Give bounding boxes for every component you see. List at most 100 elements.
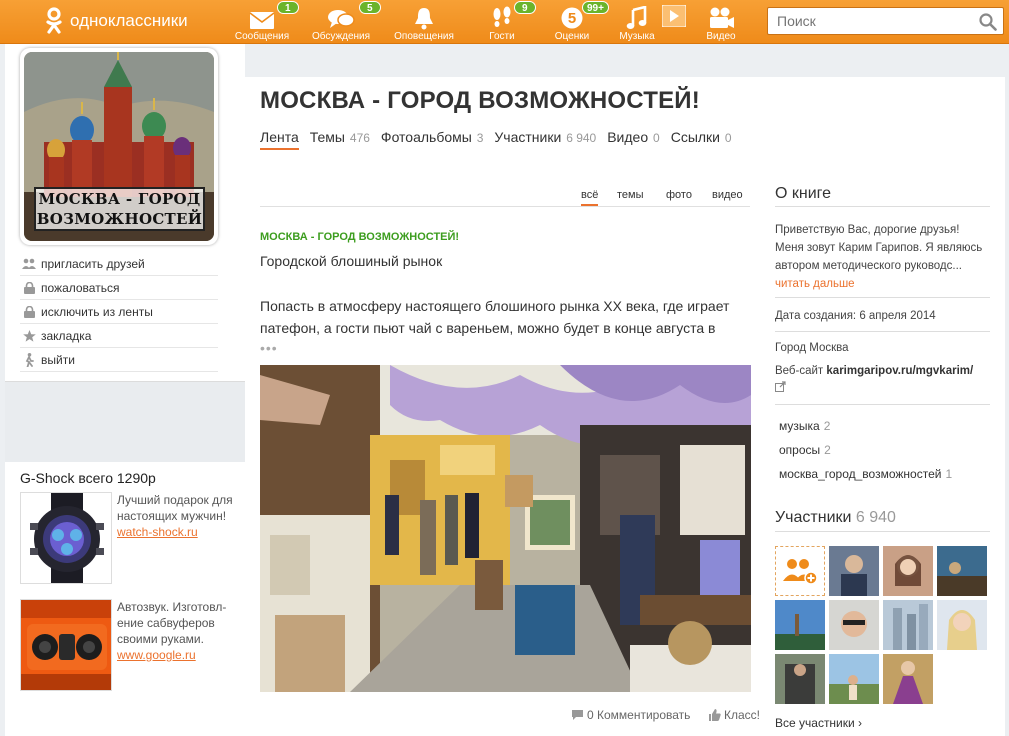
creation-date: Дата создания: 6 апреля 2014 bbox=[775, 310, 936, 322]
members-heading-label: Участники bbox=[775, 509, 852, 526]
filter-all[interactable]: всё bbox=[581, 189, 599, 206]
tab-label: Лента bbox=[260, 129, 299, 145]
tab-label: Темы bbox=[309, 129, 345, 145]
ad-link[interactable]: watch-shock.ru bbox=[117, 524, 242, 540]
star-icon bbox=[20, 329, 38, 342]
about-heading: О книге bbox=[775, 185, 832, 202]
member-avatar[interactable] bbox=[775, 600, 825, 650]
post-subtitle[interactable]: Городской блошиный рынок bbox=[260, 253, 442, 269]
members-divider bbox=[775, 531, 990, 532]
avatar-caption-line2: ВОЗМОЖНОСТЕЙ bbox=[36, 210, 203, 228]
ad-description: Автозвук. Изготовл-ение сабвуферов своим… bbox=[117, 600, 227, 646]
report-link[interactable]: пожаловаться bbox=[20, 276, 218, 300]
members-count: 6 940 bbox=[855, 509, 896, 526]
city: Город Москва bbox=[775, 342, 849, 354]
read-more-link[interactable]: читать дальше bbox=[775, 278, 855, 290]
member-avatar[interactable] bbox=[829, 654, 879, 704]
tab-video[interactable]: Видео 0 bbox=[607, 129, 659, 150]
walking-person-icon bbox=[20, 352, 38, 367]
exclude-from-feed-link[interactable]: исключить из ленты bbox=[20, 300, 218, 324]
member-avatar[interactable] bbox=[775, 654, 825, 704]
nav-notifications[interactable]: Оповещения bbox=[392, 0, 456, 44]
guests-badge: 9 bbox=[514, 1, 536, 14]
like-button[interactable]: Класс! bbox=[708, 708, 760, 722]
member-avatar[interactable] bbox=[883, 600, 933, 650]
action-label: закладка bbox=[41, 328, 92, 343]
about-text: Приветствую Вас, дорогие друзья! Меня зо… bbox=[775, 224, 983, 272]
tag-count: 1 bbox=[945, 467, 953, 481]
comment-label: 0 Комментировать bbox=[587, 708, 691, 722]
member-avatar[interactable] bbox=[883, 546, 933, 596]
avatar-caption-line1: МОСКВА - ГОРОД bbox=[38, 190, 201, 208]
about-divider bbox=[775, 206, 990, 207]
tag-label: музыка bbox=[779, 419, 820, 433]
comment-button[interactable]: 0 Комментировать bbox=[571, 708, 690, 722]
invite-friends-link[interactable]: пригласить друзей bbox=[20, 252, 218, 276]
add-people-icon bbox=[783, 559, 818, 585]
tab-topics[interactable]: Темы 476 bbox=[310, 129, 370, 150]
website-link[interactable]: karimgaripov.ru/mgvkarim/ bbox=[826, 365, 973, 377]
external-link-icon[interactable] bbox=[775, 381, 786, 392]
nav-guests[interactable]: Гости 9 bbox=[484, 0, 536, 44]
ad-text: Автозвук. Изготовл-ение сабвуферов своим… bbox=[117, 599, 242, 663]
filter-topics[interactable]: темы bbox=[617, 189, 644, 201]
feed-filters: всё темы фото видео bbox=[260, 187, 750, 207]
nav-label: Видео bbox=[706, 31, 736, 42]
post-photo[interactable] bbox=[260, 365, 751, 692]
site-logo[interactable]: одноклассники bbox=[44, 6, 188, 36]
ad-block-title[interactable]: G-Shock всего 1290р bbox=[20, 470, 156, 486]
ad-description: Лучший подарок для настоящих мужчин! bbox=[117, 493, 233, 523]
tab-count: 0 bbox=[653, 131, 660, 145]
ad-item-watch[interactable]: Лучший подарок для настоящих мужчин! wat… bbox=[20, 492, 240, 586]
post-more-button[interactable]: ••• bbox=[260, 340, 278, 356]
ad-link[interactable]: www.google.ru bbox=[117, 647, 242, 663]
nav-music[interactable]: Музыка bbox=[617, 0, 657, 44]
ad-item-subwoofer[interactable]: Автозвук. Изготовл-ение сабвуферов своим… bbox=[20, 599, 240, 693]
post-group-name[interactable]: МОСКВА - ГОРОД ВОЗМОЖНОСТЕЙ! bbox=[260, 231, 459, 243]
cathedral-image: МОСКВА - ГОРОД ВОЗМОЖНОСТЕЙ bbox=[24, 52, 214, 241]
tag-item[interactable]: опросы 2 bbox=[779, 438, 952, 462]
tab-members[interactable]: Участники 6 940 bbox=[494, 129, 596, 150]
search-icon[interactable] bbox=[979, 13, 997, 36]
nav-video[interactable]: Видео bbox=[701, 0, 741, 44]
leave-group-link[interactable]: выйти bbox=[20, 348, 218, 372]
tab-label: Участники bbox=[494, 129, 562, 145]
lock-icon bbox=[20, 305, 38, 318]
bookmark-link[interactable]: закладка bbox=[20, 324, 218, 348]
group-actions: пригласить друзей пожаловаться исключить… bbox=[20, 252, 218, 372]
member-avatar[interactable] bbox=[937, 546, 987, 596]
tab-links[interactable]: Ссылки 0 bbox=[671, 129, 732, 150]
invite-member-button[interactable] bbox=[775, 546, 825, 596]
tab-count: 476 bbox=[349, 131, 370, 145]
nav-label: Сообщения bbox=[234, 31, 290, 42]
tag-count: 2 bbox=[823, 419, 831, 433]
all-members-link[interactable]: Все участники › bbox=[775, 716, 862, 730]
nav-messages[interactable]: Сообщения 1 bbox=[234, 0, 299, 44]
footprints-icon bbox=[493, 6, 511, 27]
filter-video[interactable]: видео bbox=[712, 189, 743, 201]
music-play-button[interactable] bbox=[662, 0, 686, 44]
discussions-badge: 5 bbox=[359, 1, 381, 14]
nav-label: Музыка bbox=[619, 31, 655, 42]
member-avatar[interactable] bbox=[829, 546, 879, 596]
tag-item[interactable]: музыка 2 bbox=[779, 414, 952, 438]
post-text[interactable]: Попасть в атмосферу настоящего блошиного… bbox=[260, 295, 740, 339]
left-divider bbox=[5, 370, 245, 382]
nav-ratings[interactable]: 5 Оценки 99+ bbox=[552, 0, 609, 44]
member-avatar[interactable] bbox=[937, 600, 987, 650]
tab-feed[interactable]: Лента bbox=[260, 129, 299, 150]
member-avatar[interactable] bbox=[883, 654, 933, 704]
member-avatar[interactable] bbox=[829, 600, 879, 650]
tag-item[interactable]: москва_город_возможностей 1 bbox=[779, 462, 952, 486]
nav-discussions[interactable]: Обсуждения 5 bbox=[309, 0, 381, 44]
members-heading[interactable]: Участники 6 940 bbox=[775, 509, 896, 527]
group-avatar[interactable]: МОСКВА - ГОРОД ВОЗМОЖНОСТЕЙ bbox=[20, 48, 218, 245]
filter-photo[interactable]: фото bbox=[666, 189, 692, 201]
about-divider bbox=[775, 331, 990, 332]
tab-photo-albums[interactable]: Фотоальбомы 3 bbox=[381, 129, 483, 150]
tab-count: 6 940 bbox=[566, 131, 597, 145]
people-icon bbox=[20, 258, 38, 270]
comment-icon bbox=[572, 710, 583, 720]
watch-image bbox=[20, 492, 112, 584]
search-input[interactable] bbox=[768, 8, 973, 34]
